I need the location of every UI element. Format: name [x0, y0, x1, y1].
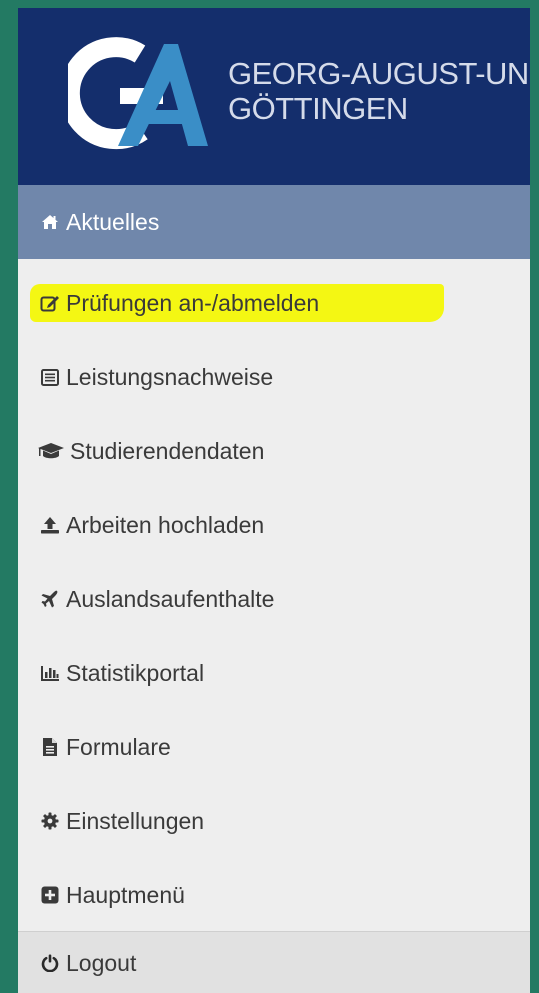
sidebar-item-auslandsaufenthalte[interactable]: Auslandsaufenthalte	[18, 562, 530, 636]
sidebar-item-logout[interactable]: Logout	[18, 931, 530, 993]
sidebar-item-label: Auslandsaufenthalte	[66, 585, 275, 612]
sidebar-item-aktuelles[interactable]: Aktuelles	[18, 185, 530, 259]
sidebar-item-label: Einstellungen	[66, 807, 205, 834]
sidebar-item-label: Statistikportal	[66, 659, 205, 686]
plus-square-icon	[40, 885, 60, 905]
graduation-cap-icon	[36, 441, 66, 461]
home-icon	[40, 212, 60, 232]
sidebar-item-label: Prüfungen an-/abmelden	[66, 289, 320, 316]
sidebar-item-einstellungen[interactable]: Einstellungen	[18, 784, 530, 858]
university-name-line1: GEORG-AUGUST-UN	[228, 56, 529, 91]
gear-icon	[40, 811, 60, 831]
sidebar-item-label: Arbeiten hochladen	[66, 511, 265, 538]
file-icon	[40, 737, 60, 757]
sidebar-item-label: Studierendendaten	[70, 437, 265, 464]
sidebar-item-arbeiten-hochladen[interactable]: Arbeiten hochladen	[18, 488, 530, 562]
sidebar-item-pruefungen[interactable]: Prüfungen an-/abmelden	[18, 266, 530, 340]
sidebar-item-hauptmenue[interactable]: Hauptmenü	[18, 858, 530, 932]
university-name: GEORG-AUGUST-UN GÖTTINGEN	[228, 56, 529, 126]
sidebar-item-label: Logout	[66, 949, 137, 976]
sidebar-item-label: Aktuelles	[66, 208, 160, 235]
app-frame: GEORG-AUGUST-UN GÖTTINGEN Aktuelles Prüf…	[0, 0, 539, 993]
sidebar-item-label: Leistungsnachweise	[66, 363, 274, 390]
sidebar-item-leistungsnachweise[interactable]: Leistungsnachweise	[18, 340, 530, 414]
power-icon	[40, 953, 60, 973]
bar-chart-icon	[40, 663, 60, 683]
sidebar-item-formulare[interactable]: Formulare	[18, 710, 530, 784]
sidebar-item-statistikportal[interactable]: Statistikportal	[18, 636, 530, 710]
upload-icon	[40, 515, 60, 535]
list-alt-icon	[40, 367, 60, 387]
sidebar-panel: GEORG-AUGUST-UN GÖTTINGEN Aktuelles Prüf…	[18, 8, 530, 993]
sidebar-item-label: Formulare	[66, 733, 171, 760]
edit-icon	[40, 293, 60, 313]
sidebar-item-label: Hauptmenü	[66, 881, 185, 908]
plane-icon	[40, 589, 60, 609]
sidebar-item-studierendendaten[interactable]: Studierendendaten	[18, 414, 530, 488]
university-logo	[68, 37, 208, 150]
university-name-line2: GÖTTINGEN	[228, 91, 408, 126]
university-header[interactable]: GEORG-AUGUST-UN GÖTTINGEN	[18, 8, 530, 185]
